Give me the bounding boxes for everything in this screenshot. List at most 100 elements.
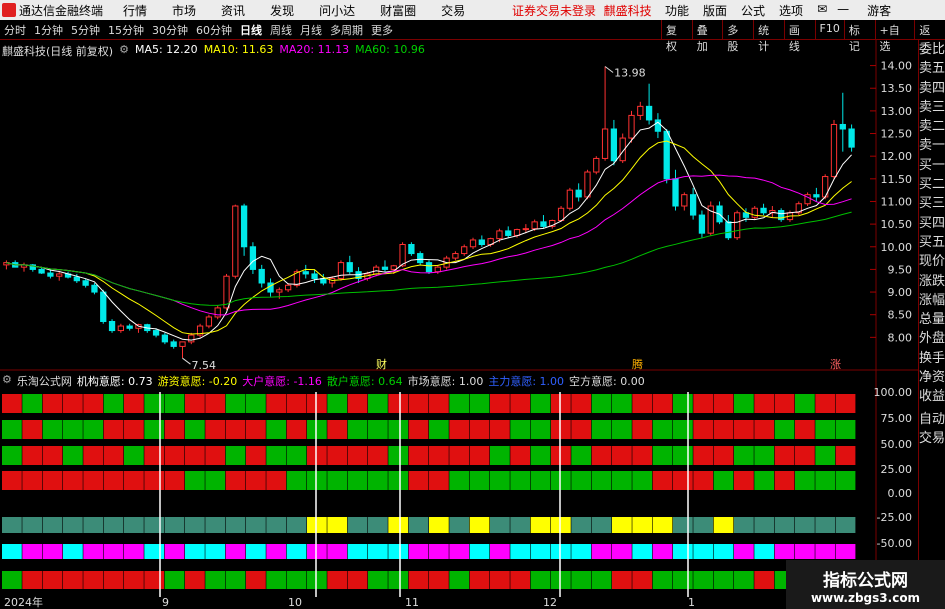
sidebar-turnover[interactable]: 换手: [919, 349, 945, 368]
btn-duogu[interactable]: 多股: [722, 20, 753, 53]
signal-segment: [63, 544, 83, 559]
ind-tick-label: -25.00: [877, 511, 912, 524]
period-60min[interactable]: 60分钟: [192, 22, 236, 38]
period-5min[interactable]: 5分钟: [67, 22, 104, 38]
indicator-settings-icon[interactable]: ⚙: [2, 373, 12, 389]
candle-body: [390, 265, 397, 270]
period-monthly[interactable]: 月线: [296, 22, 326, 38]
sidebar-buy2[interactable]: 买二: [919, 175, 945, 194]
signal-segment: [63, 420, 83, 439]
sidebar-sell4[interactable]: 卖四: [919, 79, 945, 98]
menu-banmian[interactable]: 版面: [703, 2, 727, 19]
signal-segment: [124, 420, 144, 439]
sidebar-sell5[interactable]: 卖五: [919, 59, 945, 78]
ma5-line: [6, 121, 852, 341]
candle-body: [681, 194, 688, 207]
sidebar-buy3[interactable]: 买三: [919, 194, 945, 213]
btn-diejia[interactable]: 叠加: [691, 20, 723, 53]
sidebar-weibi[interactable]: 委比: [919, 40, 945, 59]
price-tick-label: 13.50: [881, 82, 913, 95]
signal-segment: [307, 471, 327, 490]
x-axis-label: 1: [688, 596, 695, 609]
sidebar-auto[interactable]: 自动: [919, 410, 945, 429]
signal-segment: [408, 544, 429, 559]
kline-chart[interactable]: 14.00 13.50 13.00 12.50 12.00 11.50 11.00 10.50…: [0, 40, 918, 609]
period-daily[interactable]: 日线: [236, 22, 266, 38]
period-15min[interactable]: 15分钟: [104, 22, 148, 38]
sidebar-sell2[interactable]: 卖二: [919, 117, 945, 136]
candle-body: [425, 262, 433, 273]
btn-f10[interactable]: F10: [814, 20, 844, 39]
candle-body: [258, 268, 265, 284]
period-weekly[interactable]: 周线: [266, 22, 296, 38]
period-more[interactable]: 更多: [367, 22, 397, 38]
btn-tongji[interactable]: 统计: [753, 20, 784, 53]
sidebar-sell1[interactable]: 卖一: [919, 136, 945, 155]
ma20-value: MA20: 11.13: [279, 43, 350, 56]
menu-zixun[interactable]: 资讯: [221, 2, 245, 19]
menu-gongshi[interactable]: 公式: [741, 2, 765, 19]
signal-segment: [388, 420, 409, 439]
sidebar-trade[interactable]: 交易: [919, 429, 945, 448]
candle-body: [478, 239, 485, 245]
sidebar-change[interactable]: 涨跌: [919, 272, 945, 291]
btn-back[interactable]: 返回: [914, 20, 945, 53]
menu-caifuquan[interactable]: 财富圈: [380, 2, 416, 19]
signal-segment: [673, 446, 693, 465]
sidebar-buy5[interactable]: 买五: [919, 233, 945, 252]
login-warning[interactable]: 证券交易未登录 麒盛科技: [512, 2, 652, 19]
signal-segment: [246, 446, 266, 465]
ind-tick-label: 0.00: [888, 487, 913, 500]
btn-add-favorite[interactable]: +自选: [874, 20, 915, 53]
signal-segment: [510, 571, 531, 589]
btn-biaoji[interactable]: 标记: [843, 20, 875, 53]
signal-segment: [388, 446, 409, 465]
menu-wenxiaoda[interactable]: 问小达: [319, 2, 355, 19]
sidebar-price[interactable]: 现价: [919, 252, 945, 271]
stock-title[interactable]: 麒盛科技(日线 前复权): [2, 43, 113, 59]
candle-body: [839, 123, 846, 130]
menu-shichang[interactable]: 市场: [172, 2, 196, 19]
sidebar-eps[interactable]: 收益: [919, 387, 945, 406]
sidebar-outer[interactable]: 外盘: [919, 329, 945, 348]
signal-segment: [551, 471, 571, 490]
guest-user[interactable]: 游客: [867, 2, 891, 19]
menu-jiaoyi[interactable]: 交易: [441, 2, 465, 19]
signal-segment: [2, 446, 22, 465]
signal-segment: [63, 471, 83, 490]
sidebar-netasset[interactable]: 净资: [919, 368, 945, 387]
menu-hangqing[interactable]: 行情: [123, 2, 147, 19]
minimize-icon[interactable]: —: [837, 2, 849, 19]
sidebar-buy4[interactable]: 买四: [919, 214, 945, 233]
signal-segment: [347, 394, 368, 413]
sidebar-sell3[interactable]: 卖三: [919, 98, 945, 117]
signal-segment: [612, 571, 632, 589]
signal-segment: [510, 471, 531, 490]
period-fenshi[interactable]: 分时: [0, 22, 30, 38]
price-tick-label: 11.00: [881, 195, 913, 208]
period-1min[interactable]: 1分钟: [30, 22, 67, 38]
candle-body: [399, 244, 406, 267]
sidebar-volume[interactable]: 总量: [919, 310, 945, 329]
signal-segment: [774, 544, 795, 559]
stock-link[interactable]: 麒盛科技: [604, 4, 652, 18]
ma-settings-icon[interactable]: ⚙: [119, 43, 129, 59]
sidebar-buy1[interactable]: 买一: [919, 156, 945, 175]
signal-segment: [83, 571, 104, 589]
menu-faxian[interactable]: 发现: [270, 2, 294, 19]
sidebar-pct[interactable]: 涨幅: [919, 291, 945, 310]
menu-xuanxiang[interactable]: 选项: [779, 2, 803, 19]
signal-segment: [185, 446, 205, 465]
x-axis-label: 11: [405, 596, 419, 609]
btn-fuquan[interactable]: 复权: [661, 20, 692, 53]
signal-segment: [347, 471, 368, 490]
signal-segment: [327, 471, 348, 490]
indicator-name[interactable]: 乐淘公式网: [17, 373, 72, 389]
mail-icon[interactable]: ✉: [817, 2, 827, 19]
menu-gongneng[interactable]: 功能: [665, 2, 689, 19]
signal-segment: [469, 394, 490, 413]
high-pointer: [604, 66, 614, 73]
btn-huaxian[interactable]: 画线: [783, 20, 815, 53]
period-multi[interactable]: 多周期: [326, 22, 367, 38]
period-30min[interactable]: 30分钟: [148, 22, 192, 38]
